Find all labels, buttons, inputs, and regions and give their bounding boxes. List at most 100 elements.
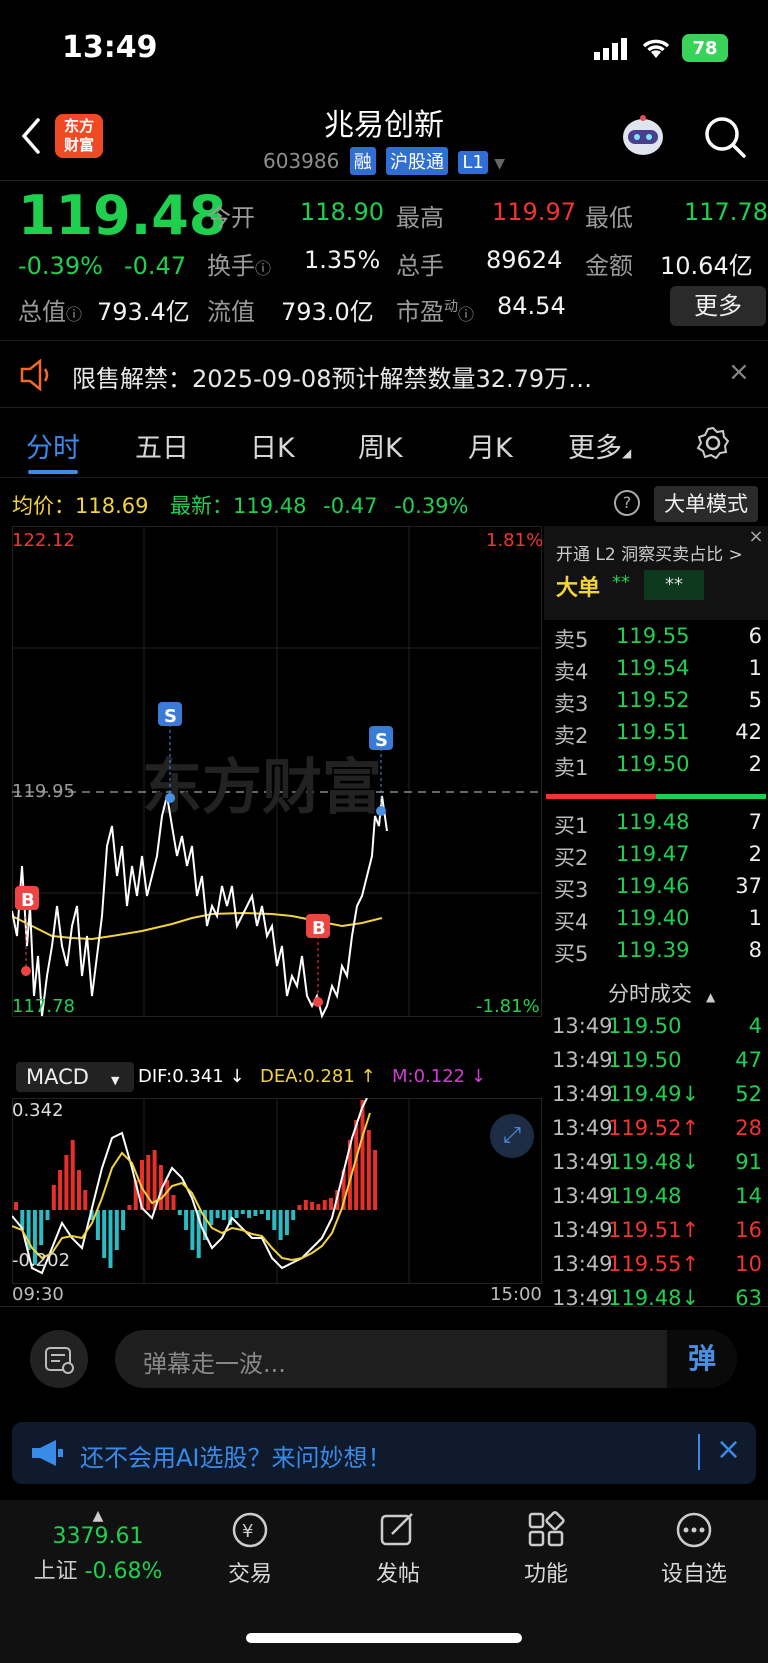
volume-value: 89624 bbox=[486, 246, 563, 274]
current-price: 119.48 bbox=[18, 184, 227, 247]
turnover-value: 1.35% bbox=[304, 246, 381, 274]
trade-price: 119.50 bbox=[608, 1014, 682, 1038]
buy-marker: B bbox=[21, 890, 35, 911]
order-level-label: 卖2 bbox=[554, 724, 589, 748]
close-icon[interactable]: × bbox=[716, 1432, 741, 1467]
buy-row[interactable]: 买5 119.39 8 bbox=[544, 938, 768, 970]
buy-row[interactable]: 买4 119.40 1 bbox=[544, 906, 768, 938]
macd-bar bbox=[247, 1210, 252, 1218]
sell-row[interactable]: 卖1 119.50 2 bbox=[544, 752, 768, 784]
trade-row: 13:49 119.51↑ 16 bbox=[544, 1218, 768, 1250]
order-price: 119.48 bbox=[616, 810, 690, 834]
sell-row[interactable]: 卖4 119.54 1 bbox=[544, 656, 768, 688]
robot-assistant-icon[interactable] bbox=[618, 113, 668, 161]
order-price: 119.47 bbox=[616, 842, 690, 866]
order-price: 119.46 bbox=[616, 874, 690, 898]
macd-dea: DEA:0.281 ↑ bbox=[260, 1066, 376, 1087]
intraday-chart[interactable]: 东方财富 B B S S 122.12 1.81% 119.95 117.78 … bbox=[12, 526, 543, 1092]
order-book: 开通 L2 洞察买卖占比 > × 大单 ** ** 分时成交 ▲ 卖5 119.55… bbox=[544, 526, 768, 1310]
macd-selector[interactable]: MACD ▼ bbox=[16, 1062, 134, 1092]
index-quote[interactable]: ▲ 3379.61 上证 -0.68% bbox=[18, 1508, 178, 1585]
nav-post[interactable]: 发帖 bbox=[338, 1510, 458, 1588]
tab-weekly-k[interactable]: 周K bbox=[358, 426, 403, 465]
close-icon[interactable]: × bbox=[744, 526, 768, 550]
trade-price: 119.55↑ bbox=[608, 1252, 700, 1276]
ai-banner[interactable]: 还不会用AI选股？来问妙想！ × bbox=[12, 1422, 756, 1484]
order-level-label: 买4 bbox=[554, 910, 589, 934]
notice-bar[interactable]: 限售解禁：2025-09-08预计解禁数量32.79万… × bbox=[0, 340, 768, 408]
buy-row[interactable]: 买2 119.47 2 bbox=[544, 842, 768, 874]
l2-upsell-link[interactable]: 开通 L2 洞察买卖占比 > bbox=[556, 540, 743, 565]
trade-price: 119.50 bbox=[608, 1048, 682, 1072]
volume-label: 总手 bbox=[396, 252, 444, 280]
order-level-label: 买1 bbox=[554, 814, 589, 838]
macd-bar bbox=[373, 1150, 378, 1210]
big-order-stars: ** bbox=[612, 572, 630, 593]
trade-price: 119.51↑ bbox=[608, 1218, 700, 1242]
info-icon[interactable]: ⓘ bbox=[255, 259, 271, 278]
low-label: 最低 bbox=[585, 204, 633, 232]
trade-price: 119.52↑ bbox=[608, 1116, 700, 1140]
edit-icon bbox=[380, 1513, 413, 1546]
trade-price: 119.49↓ bbox=[608, 1082, 700, 1106]
tab-more[interactable]: 更多◢ bbox=[568, 426, 631, 465]
info-icon[interactable]: ⓘ bbox=[458, 305, 474, 324]
help-icon[interactable]: ? bbox=[614, 490, 640, 516]
macd-m: M:0.122 ↓ bbox=[392, 1066, 486, 1087]
trade-row: 13:49 119.48 14 bbox=[544, 1184, 768, 1216]
watermark: 东方财富 bbox=[142, 753, 382, 823]
macd-chart[interactable]: 0.342 -0.202 09:30 15:00 ⤢ bbox=[12, 1098, 542, 1306]
macd-bar bbox=[83, 1190, 88, 1210]
sell-row[interactable]: 卖5 119.55 6 bbox=[544, 624, 768, 656]
macd-bar bbox=[284, 1210, 289, 1235]
trades-title[interactable]: 分时成交 ▲ bbox=[608, 978, 715, 1008]
close-icon[interactable]: × bbox=[728, 357, 750, 387]
danmaku-settings-button[interactable] bbox=[30, 1330, 88, 1388]
tag-connect: 沪股通 bbox=[386, 147, 449, 175]
nav-watchlist[interactable]: 设自选 bbox=[634, 1510, 754, 1588]
more-button[interactable]: 更多 bbox=[670, 286, 766, 326]
mcap-value: 793.4亿 bbox=[97, 298, 190, 326]
search-icon[interactable] bbox=[702, 114, 748, 160]
order-price: 119.52 bbox=[616, 688, 690, 712]
order-volume: 8 bbox=[748, 938, 762, 962]
buy-row[interactable]: 买1 119.48 7 bbox=[544, 810, 768, 842]
svg-text:¥: ¥ bbox=[242, 1521, 253, 1542]
tab-intraday[interactable]: 分时 bbox=[26, 426, 80, 465]
tag-level: L1 bbox=[458, 151, 488, 174]
order-level-label: 买2 bbox=[554, 846, 589, 870]
expand-icon[interactable]: ⤢ bbox=[490, 1114, 534, 1158]
danmaku-send-button[interactable]: 弹 bbox=[667, 1330, 737, 1388]
macd-bar bbox=[14, 1202, 18, 1210]
macd-bar bbox=[316, 1204, 321, 1210]
big-order-mode-button[interactable]: 大单模式 bbox=[654, 486, 758, 522]
change-value: -0.47 bbox=[124, 252, 187, 280]
nav-functions[interactable]: 功能 bbox=[486, 1510, 606, 1588]
avg-info: 均价：118.69 bbox=[12, 494, 149, 518]
tab-five-day[interactable]: 五日 bbox=[135, 426, 189, 465]
macd-bar bbox=[360, 1100, 365, 1210]
signal-icon bbox=[594, 38, 627, 60]
info-icon[interactable]: ⓘ bbox=[66, 305, 82, 324]
sell-row[interactable]: 卖2 119.51 42 bbox=[544, 720, 768, 752]
order-volume: 6 bbox=[748, 624, 762, 648]
tab-monthly-k[interactable]: 月K bbox=[468, 426, 513, 465]
trade-volume: 16 bbox=[735, 1218, 762, 1242]
nav-trade[interactable]: ¥ 交易 bbox=[190, 1510, 310, 1588]
gear-icon[interactable] bbox=[696, 426, 730, 460]
sell-row[interactable]: 卖3 119.52 5 bbox=[544, 688, 768, 720]
float-cap-label: 流值 bbox=[207, 298, 255, 326]
high-value: 119.97 bbox=[492, 198, 576, 226]
high-label: 最高 bbox=[396, 204, 444, 232]
buy-row[interactable]: 买3 119.46 37 bbox=[544, 874, 768, 906]
order-volume: 42 bbox=[735, 720, 762, 744]
big-order-label: 大单 bbox=[556, 576, 601, 601]
big-order-stars-box: ** bbox=[644, 570, 704, 600]
top-price-label: 122.12 bbox=[12, 530, 75, 551]
float-cap-value: 793.0亿 bbox=[281, 298, 374, 326]
ai-banner-text: 还不会用AI选股？来问妙想！ bbox=[80, 1444, 392, 1472]
macd-bar bbox=[39, 1210, 44, 1245]
tab-daily-k[interactable]: 日K bbox=[250, 426, 295, 465]
end-time-label: 15:00 bbox=[490, 1284, 542, 1305]
danmaku-input[interactable]: 弹幕走一波... 弹 bbox=[115, 1330, 737, 1388]
